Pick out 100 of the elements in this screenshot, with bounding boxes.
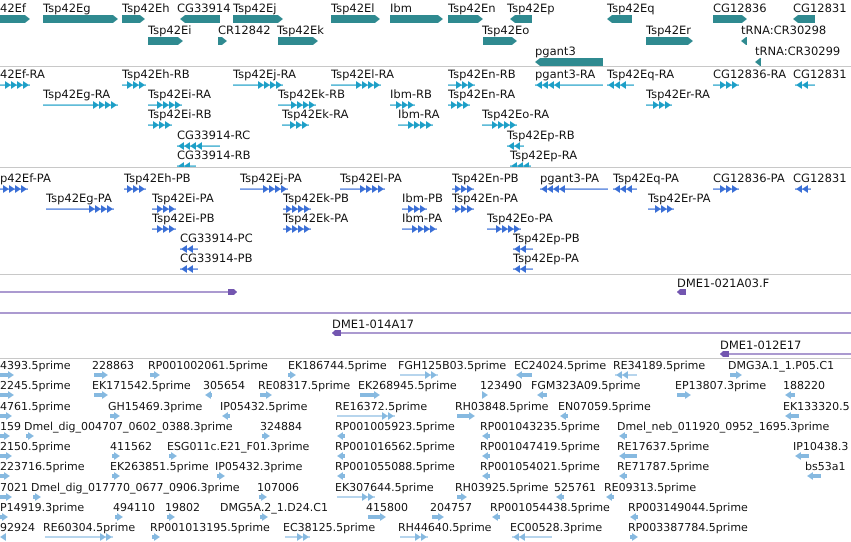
feature-label: 415800 xyxy=(366,500,408,515)
feature-label: Tsp42Ek-PA xyxy=(283,211,348,225)
feature-label: 2245.5prime xyxy=(0,379,71,394)
feature-label: 494110 xyxy=(113,500,155,515)
feature-label: EN07059.5prime xyxy=(558,400,651,414)
feature-label: RP001013195.5prime xyxy=(150,521,270,535)
feature-label: Ibm-RA xyxy=(398,107,440,122)
feature-label: CG12836 xyxy=(713,1,767,15)
feature-label: RE17637.5prime xyxy=(617,440,710,454)
feature-label: EK171542.5prime xyxy=(92,379,191,394)
feature-label: Tsp42Eo xyxy=(482,22,530,36)
feature-label: Tsp42En-PA xyxy=(452,191,518,205)
feature-label: EK186744.5prime xyxy=(288,359,387,373)
feature-label: Tsp42El xyxy=(331,1,375,15)
feature-label: DME1-012E17 xyxy=(720,338,802,352)
feature-label: Tsp42Eq xyxy=(607,1,655,15)
feature-label: Tsp42Ep xyxy=(507,1,555,15)
feature-label: RP003149044.5prime xyxy=(628,500,748,515)
feature-label: 19802 xyxy=(165,500,200,515)
feature-label: Tsp42Er xyxy=(646,22,692,36)
feature-label: CG33914-RB xyxy=(177,148,251,162)
feature-label: RP001054438.5prime xyxy=(490,500,610,515)
feature-label: Dmel_neb_011920_0952_1695.3prime xyxy=(617,420,830,434)
feature-label: Tsp42Er-PA xyxy=(648,191,711,205)
feature-label: Ibm-PA xyxy=(402,211,442,225)
feature-label: RH03848.5prime xyxy=(455,400,548,414)
feature-label: P14919.3prime xyxy=(0,500,84,515)
feature-label: Tsp42En-PB xyxy=(452,171,519,185)
feature-label: EK263851.5prime xyxy=(110,460,209,474)
feature-label: IP10438.3 xyxy=(793,440,848,454)
feature-label: 228863 xyxy=(92,359,134,373)
feature-label: 204757 xyxy=(430,500,472,515)
feature-label: pgant3 xyxy=(535,44,576,58)
feature-label: Tsp42En-RA xyxy=(448,87,516,102)
feature-label: Tsp42En-RB xyxy=(448,67,516,81)
feature-label: Tsp42Eh xyxy=(122,1,170,15)
feature-label: CR12842 xyxy=(218,22,271,36)
feature-label: 188220 xyxy=(783,379,825,394)
feature-label: IP05432.5prime xyxy=(220,400,308,414)
feature-label: RP003387784.5prime xyxy=(628,521,748,535)
feature-label: RP001005923.5prime xyxy=(335,420,455,434)
feature-label: Tsp42Ej xyxy=(233,1,277,15)
feature-label: RH03925.5prime xyxy=(455,480,548,494)
feature-label: RE08317.5prime xyxy=(258,379,350,394)
feature-label: Tsp42Ei xyxy=(148,22,192,36)
feature-label: tRNA:CR30298 xyxy=(741,22,826,36)
feature-label: Tsp42Ep-PA xyxy=(513,251,579,265)
feature-label: CG33914-PC xyxy=(180,231,253,245)
feature-label: ESG011c.E21_F01.3prime xyxy=(167,440,310,454)
feature-label: DMG3A.1_1.P05.C1 xyxy=(728,359,834,373)
feature-label: EC38125.5prime xyxy=(283,521,376,535)
feature-label: Tsp42Ej-RA xyxy=(233,67,296,81)
feature-label: Tsp42Ei-PA xyxy=(152,191,214,205)
feature-label: 42Ef-RA xyxy=(0,67,45,81)
feature-label: 92924 xyxy=(0,521,35,535)
feature-label: Tsp42Ek-RA xyxy=(282,107,349,122)
feature-label: Tsp42Er-RA xyxy=(646,87,710,102)
feature-label: p42Ef-PA xyxy=(0,171,51,185)
feature-label: Tsp42Eq-RA xyxy=(607,67,674,81)
feature-label: 223716.5prime xyxy=(0,460,85,474)
feature-label: tRNA:CR30299 xyxy=(755,44,840,58)
feature-label: Tsp42Eo-RA xyxy=(482,107,550,122)
feature-label: FGM323A09.5prime xyxy=(531,379,640,394)
feature-label: 2150.5prime xyxy=(0,440,71,454)
feature-label: 305654 xyxy=(203,379,245,394)
feature-label: pgant3-RA xyxy=(535,67,596,81)
feature-label: Tsp42Ek-PB xyxy=(283,191,349,205)
feature-label: EK307644.5prime xyxy=(335,480,434,494)
feature-label: 159 xyxy=(0,420,21,434)
feature-label: IP05432.3prime xyxy=(215,460,302,474)
feature-label: 7021 xyxy=(0,480,28,494)
feature-label: EC00528.3prime xyxy=(510,521,602,535)
feature-label: EK133320.5 xyxy=(783,400,850,414)
feature-label: CG12831 xyxy=(793,171,847,185)
feature-label: EK268945.5prime xyxy=(358,379,457,394)
feature-label: Ibm-PB xyxy=(402,191,443,205)
feature-label: CG12831 xyxy=(793,67,847,81)
feature-label: DME1-021A03.F xyxy=(677,276,770,290)
feature-label: RH44640.5prime xyxy=(398,521,492,535)
feature-label: 4761.5prime xyxy=(0,400,71,414)
feature-label: Tsp42Eq-PA xyxy=(613,171,679,185)
feature-label: RP001047419.5prime xyxy=(480,440,600,454)
feature-label: Tsp42Ep-RA xyxy=(510,148,578,162)
feature-label: RE60304.5prime xyxy=(43,521,136,535)
feature-label: 123490 xyxy=(480,379,522,394)
feature-label: Tsp42Eg-RA xyxy=(43,87,110,102)
feature-label: Tsp42Eh-RB xyxy=(122,67,190,81)
feature-label: CG12836-RA xyxy=(713,67,786,81)
feature-label: Tsp42Ej-PA xyxy=(240,171,302,185)
feature-label: 4393.5prime xyxy=(0,359,71,373)
feature-label: CG33914 xyxy=(177,1,231,15)
feature-label: bs53a1 xyxy=(805,460,846,474)
feature-label: EP13807.3prime xyxy=(675,379,766,394)
feature-label: RP001054021.5prime xyxy=(480,460,600,474)
feature-label: Tsp42Eg-PA xyxy=(46,191,112,205)
feature-label: Ibm-RB xyxy=(390,87,432,102)
feature-label: Tsp42Ep-RB xyxy=(507,128,575,142)
feature-label: RE16372.5prime xyxy=(335,400,428,414)
feature-label: RP001002061.5prime xyxy=(148,359,268,373)
feature-label: Tsp42Ei-PB xyxy=(152,211,214,225)
